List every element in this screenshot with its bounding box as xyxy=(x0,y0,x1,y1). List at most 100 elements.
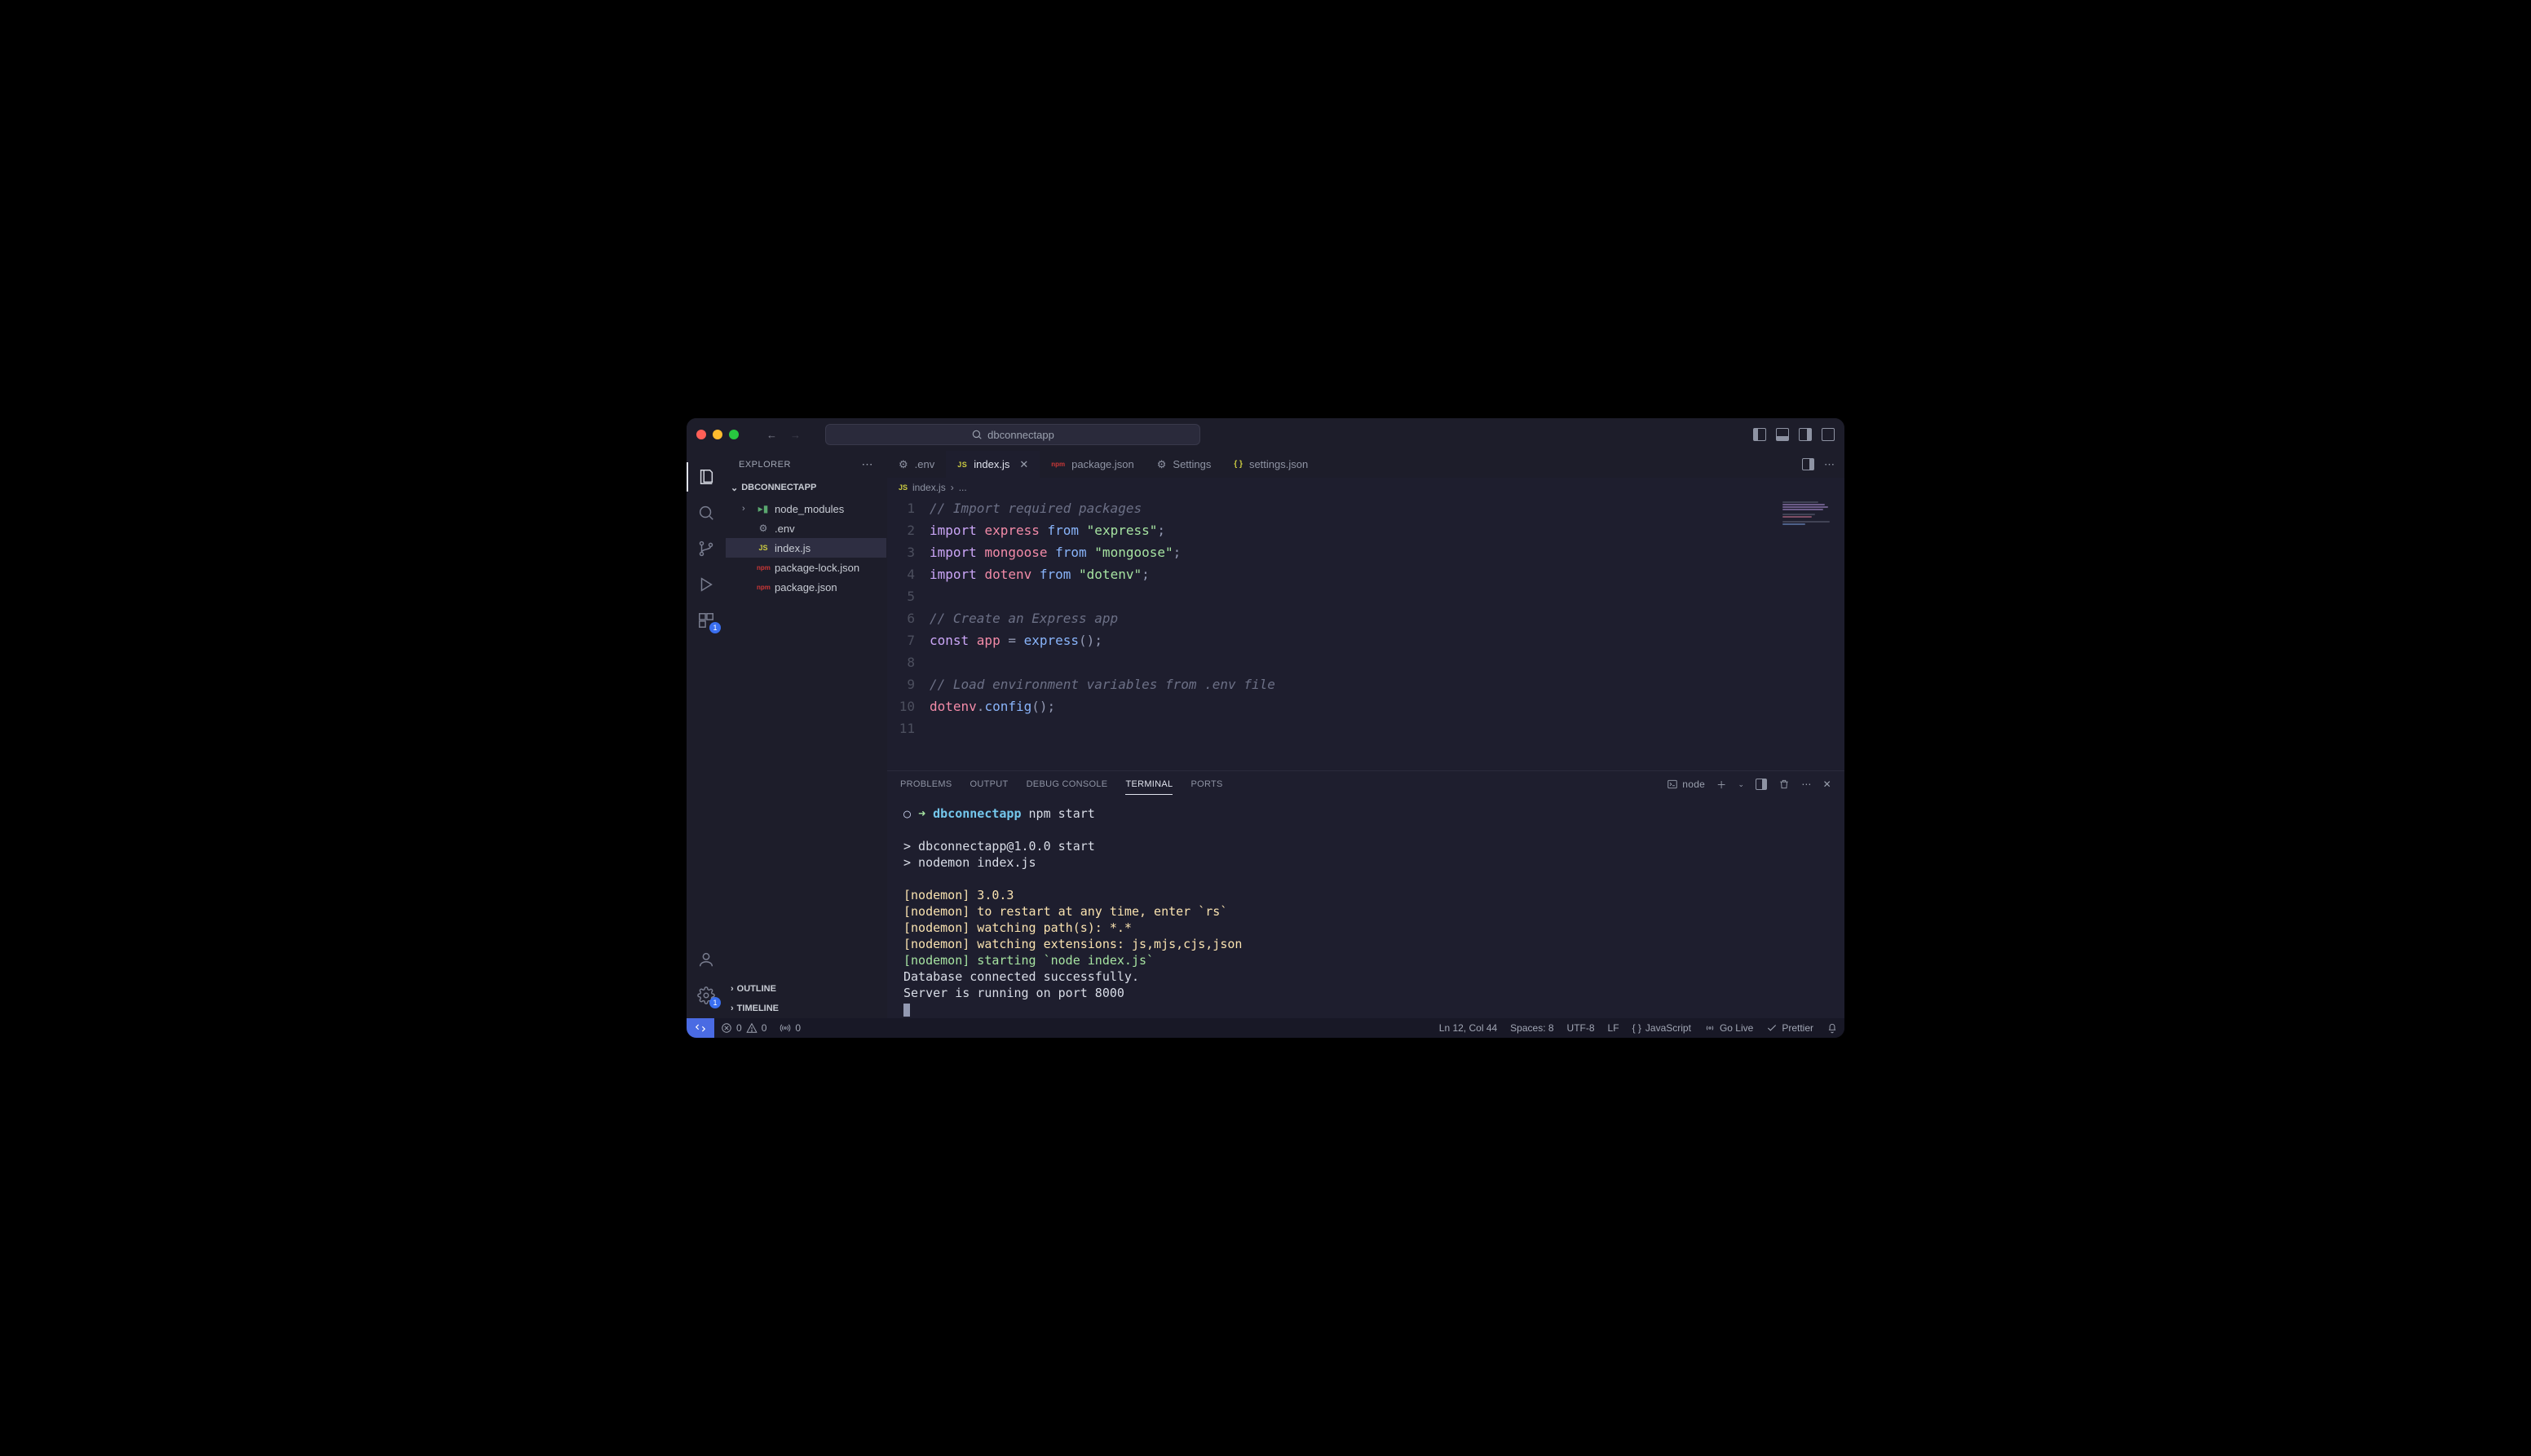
gear-icon: ⚙ xyxy=(899,458,908,471)
gear-icon: ⚙ xyxy=(757,523,770,534)
editor-tab[interactable]: ⚙Settings xyxy=(1146,451,1223,478)
sidebar: EXPLORER ⋯ ⌄ DBCONNECTAPP ›▸▮node_module… xyxy=(726,451,887,1018)
panel-tab-problems[interactable]: PROBLEMS xyxy=(900,779,952,789)
panel-more-icon[interactable]: ⋯ xyxy=(1801,779,1811,790)
editor-tab[interactable]: JSindex.js✕ xyxy=(946,451,1040,478)
activity-accounts[interactable] xyxy=(687,942,726,977)
warning-count: 0 xyxy=(762,1022,767,1034)
activity-extensions[interactable]: 1 xyxy=(687,602,726,638)
customize-layout-icon[interactable] xyxy=(1822,428,1835,441)
file-row[interactable]: npmpackage-lock.json xyxy=(726,558,886,577)
activity-explorer[interactable] xyxy=(687,459,726,495)
play-bug-icon xyxy=(697,576,715,593)
timeline-section[interactable]: › TIMELINE xyxy=(726,999,886,1018)
nav-back-icon[interactable]: ← xyxy=(766,429,777,441)
file-tree[interactable]: ›▸▮node_modules⚙.envJSindex.jsnpmpackage… xyxy=(726,497,886,979)
panel-tab-output[interactable]: OUTPUT xyxy=(970,779,1009,789)
editor-tabs-actions: ⋯ xyxy=(1792,451,1844,478)
panel-tab-ports[interactable]: PORTS xyxy=(1190,779,1222,789)
activity-search[interactable] xyxy=(687,495,726,531)
close-tab-icon[interactable]: ✕ xyxy=(1019,458,1028,471)
braces-icon: { } xyxy=(1234,460,1243,469)
explorer-folder-name: DBCONNECTAPP xyxy=(741,483,816,492)
file-row[interactable]: ⚙.env xyxy=(726,518,886,538)
activity-run-debug[interactable] xyxy=(687,567,726,602)
activity-settings[interactable]: 1 xyxy=(687,977,726,1013)
terminal-profile-name: node xyxy=(1682,779,1705,790)
toggle-secondary-sidebar-icon[interactable] xyxy=(1799,428,1812,441)
panel-tab-debug-console[interactable]: DEBUG CONSOLE xyxy=(1027,779,1108,789)
file-row[interactable]: npmpackage.json xyxy=(726,577,886,597)
outline-section[interactable]: › OUTLINE xyxy=(726,979,886,999)
status-indent[interactable]: Spaces: 8 xyxy=(1504,1018,1560,1038)
status-golive[interactable]: Go Live xyxy=(1698,1018,1760,1038)
panel-close-icon[interactable]: ✕ xyxy=(1823,779,1831,790)
minimap[interactable] xyxy=(1779,501,1844,549)
maximize-window-icon[interactable] xyxy=(729,430,739,439)
editor-tab[interactable]: { } settings.json xyxy=(1222,451,1319,478)
status-notifications[interactable] xyxy=(1820,1018,1844,1038)
split-terminal-icon[interactable] xyxy=(1756,779,1767,790)
titlebar-layout-controls xyxy=(1753,428,1835,441)
status-remote[interactable] xyxy=(687,1018,714,1038)
bell-icon xyxy=(1826,1022,1838,1034)
search-icon xyxy=(697,504,715,522)
status-cursor[interactable]: Ln 12, Col 44 xyxy=(1433,1018,1504,1038)
nav-arrows: ← → xyxy=(766,429,801,441)
tab-label: settings.json xyxy=(1249,458,1308,470)
sidebar-more-icon[interactable]: ⋯ xyxy=(862,457,874,471)
file-row[interactable]: JSindex.js xyxy=(726,538,886,558)
panel-tab-terminal[interactable]: TERMINAL xyxy=(1125,779,1173,795)
code-content[interactable]: // Import required packagesimport expres… xyxy=(930,497,1844,770)
titlebar: ← → dbconnectapp xyxy=(687,418,1844,451)
code-editor[interactable]: 1234567891011 // Import required package… xyxy=(887,497,1844,770)
file-name: package-lock.json xyxy=(775,562,859,574)
status-problems[interactable]: 0 0 xyxy=(714,1018,773,1038)
terminal-profile[interactable]: node xyxy=(1667,779,1705,790)
files-icon xyxy=(697,468,715,486)
status-eol[interactable]: LF xyxy=(1601,1018,1626,1038)
close-window-icon[interactable] xyxy=(696,430,706,439)
sidebar-title: EXPLORER xyxy=(739,460,791,470)
editor-tab[interactable]: npmpackage.json xyxy=(1040,451,1146,478)
outline-label: OUTLINE xyxy=(737,984,776,994)
branch-icon xyxy=(697,540,715,558)
activity-bar: 1 1 xyxy=(687,451,726,1018)
npm-file-icon: npm xyxy=(1051,461,1065,468)
status-language[interactable]: { } JavaScript xyxy=(1626,1018,1698,1038)
split-editor-icon[interactable] xyxy=(1802,458,1814,470)
explorer-folder-header[interactable]: ⌄ DBCONNECTAPP xyxy=(726,478,886,497)
toggle-panel-icon[interactable] xyxy=(1776,428,1789,441)
command-center-text: dbconnectapp xyxy=(987,429,1054,441)
braces-icon: { } xyxy=(1632,1022,1641,1034)
terminal-dropdown-icon[interactable]: ⌄ xyxy=(1738,780,1744,789)
command-center[interactable]: dbconnectapp xyxy=(825,424,1200,445)
status-bar: 0 0 0 Ln 12, Col 44 Spaces: 8 UTF-8 LF {… xyxy=(687,1018,1844,1038)
workbench-body: 1 1 EXPLORER ⋯ ⌄ DBCONNECTAPP ›▸▮node_mo… xyxy=(687,451,1844,1018)
breadcrumb-tail: ... xyxy=(959,482,967,493)
status-encoding[interactable]: UTF-8 xyxy=(1561,1018,1601,1038)
extensions-badge: 1 xyxy=(709,622,721,633)
new-terminal-icon[interactable]: ＋ xyxy=(1716,778,1726,792)
broadcast-icon xyxy=(1704,1022,1716,1034)
status-prettier[interactable]: Prettier xyxy=(1760,1018,1820,1038)
toggle-sidebar-icon[interactable] xyxy=(1753,428,1766,441)
error-count: 0 xyxy=(736,1022,742,1034)
npm-file-icon: npm xyxy=(757,584,770,591)
editor-tab[interactable]: ⚙.env xyxy=(887,451,946,478)
activity-source-control[interactable] xyxy=(687,531,726,567)
file-row[interactable]: ›▸▮node_modules xyxy=(726,499,886,518)
terminal-output[interactable]: ○ ➜ dbconnectapp npm start > dbconnectap… xyxy=(887,797,1844,1018)
check-icon xyxy=(1766,1022,1778,1034)
breadcrumbs[interactable]: JS index.js › ... xyxy=(887,478,1844,497)
status-ports[interactable]: 0 xyxy=(773,1018,807,1038)
kill-terminal-icon[interactable] xyxy=(1778,779,1790,790)
sidebar-header: EXPLORER ⋯ xyxy=(726,451,886,478)
breadcrumb-file: index.js xyxy=(912,482,946,493)
nav-forward-icon[interactable]: → xyxy=(790,429,801,441)
file-name: node_modules xyxy=(775,503,844,515)
js-file-icon: JS xyxy=(957,461,967,469)
breadcrumb-sep: › xyxy=(951,482,954,493)
editor-more-icon[interactable]: ⋯ xyxy=(1824,458,1835,471)
minimize-window-icon[interactable] xyxy=(713,430,722,439)
